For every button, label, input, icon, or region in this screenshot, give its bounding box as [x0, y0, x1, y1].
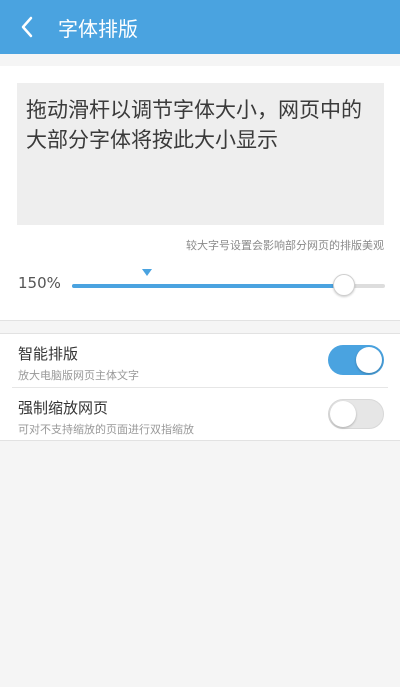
smart-layout-title: 智能排版 — [18, 345, 79, 363]
settings-list: 智能排版 放大电脑版网页主体文字 强制缩放网页 可对不支持缩放的页面进行双指缩放 — [0, 333, 400, 441]
toggle-knob — [356, 347, 382, 373]
font-size-slider[interactable] — [72, 267, 385, 303]
default-size-marker-icon — [142, 269, 153, 276]
smart-layout-row[interactable]: 智能排版 放大电脑版网页主体文字 — [0, 334, 400, 387]
smart-layout-subtitle: 放大电脑版网页主体文字 — [18, 369, 139, 382]
page-title: 字体排版 — [58, 16, 138, 41]
force-zoom-title: 强制缩放网页 — [18, 399, 109, 417]
back-button[interactable] — [0, 0, 54, 54]
app-header: 字体排版 — [0, 0, 400, 54]
font-size-value: 150% — [18, 274, 61, 292]
preview-text: 拖动滑杆以调节字体大小，网页中的大部分字体将按此大小显示 — [26, 98, 362, 152]
slider-thumb[interactable] — [333, 274, 356, 296]
font-size-panel: 拖动滑杆以调节字体大小，网页中的大部分字体将按此大小显示 较大字号设置会影响部分… — [0, 66, 400, 321]
force-zoom-toggle[interactable] — [328, 399, 384, 429]
force-zoom-row[interactable]: 强制缩放网页 可对不支持缩放的页面进行双指缩放 — [0, 388, 400, 441]
toggle-knob — [330, 401, 356, 427]
font-preview-box: 拖动滑杆以调节字体大小，网页中的大部分字体将按此大小显示 — [17, 83, 384, 225]
smart-layout-toggle[interactable] — [328, 345, 384, 375]
chevron-left-icon — [21, 16, 33, 38]
slider-fill — [72, 284, 345, 288]
force-zoom-subtitle: 可对不支持缩放的页面进行双指缩放 — [18, 423, 194, 436]
layout-warning-hint: 较大字号设置会影响部分网页的排版美观 — [186, 239, 384, 252]
